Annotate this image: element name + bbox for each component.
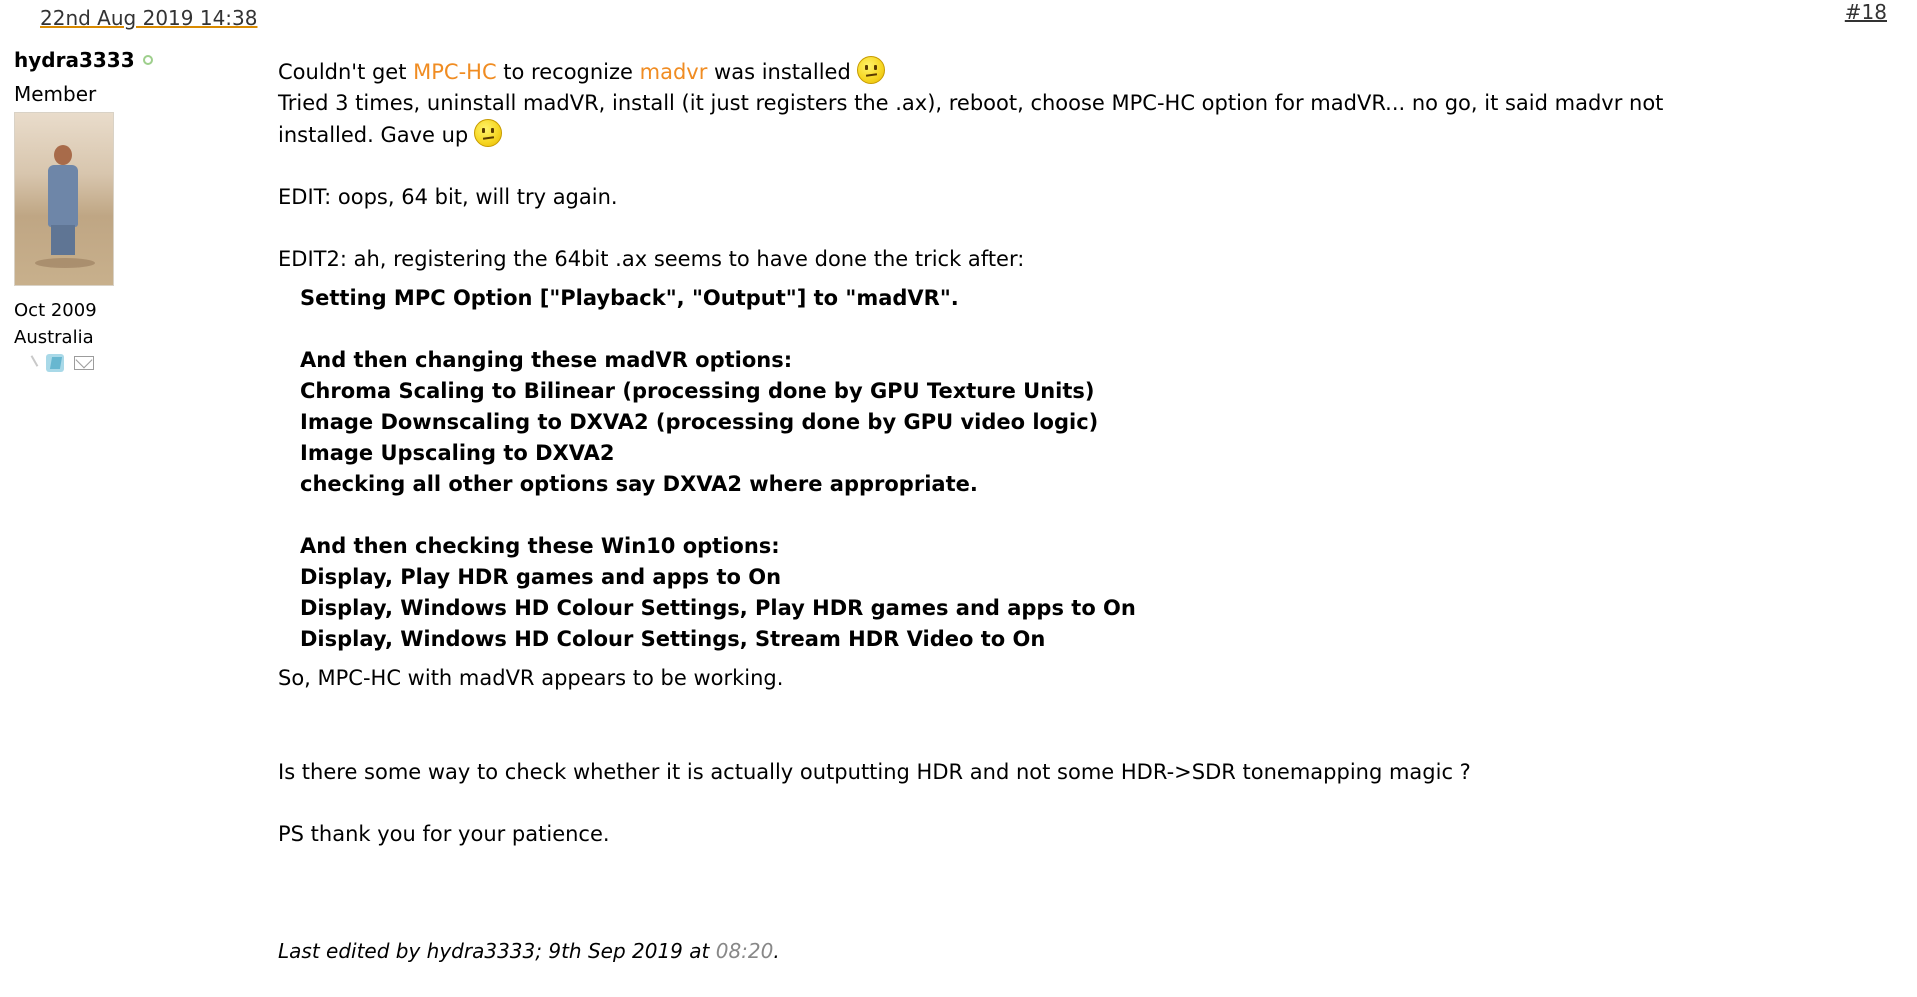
- edit-note-2: EDIT2: ah, registering the 64bit .ax see…: [278, 247, 1025, 271]
- contact-icons: [14, 354, 244, 372]
- last-edited-prefix: Last edited by hydra3333; 9th Sep 2019 a…: [278, 939, 716, 963]
- sad-smiley-icon: [474, 119, 503, 147]
- post-number-link[interactable]: #18: [1845, 0, 1887, 24]
- message-text: to recognize: [496, 60, 640, 84]
- madvr-link[interactable]: madvr: [640, 60, 708, 84]
- settings-line: Display, Windows HD Colour Settings, Pla…: [300, 596, 1136, 620]
- last-edited-time: 08:20: [715, 939, 774, 963]
- last-edited-suffix: .: [773, 939, 780, 963]
- settings-block: Setting MPC Option ["Playback", "Output"…: [278, 283, 1858, 655]
- username-row: hydra3333: [14, 48, 244, 72]
- avatar-figure-head: [54, 145, 72, 165]
- settings-line: Display, Play HDR games and apps to On: [300, 565, 782, 589]
- avatar-figure-body: [48, 165, 78, 227]
- profile-icon[interactable]: [23, 355, 39, 371]
- message-text: was installed: [707, 60, 851, 84]
- question-text: Is there some way to check whether it is…: [278, 760, 1471, 784]
- username-link[interactable]: hydra3333: [14, 48, 135, 72]
- settings-line: Image Downscaling to DXVA2 (processing d…: [300, 410, 1099, 434]
- edit-note-1: EDIT: oops, 64 bit, will try again.: [278, 185, 618, 209]
- message-text: Couldn't get: [278, 60, 414, 84]
- sad-smiley-icon: [856, 56, 885, 84]
- message-line-2: Tried 3 times, uninstall madVR, install …: [278, 91, 1664, 115]
- avatar[interactable]: [14, 112, 114, 286]
- post-date-link[interactable]: 22nd Aug 2019 14:38: [40, 6, 257, 30]
- message-text: installed. Gave up: [278, 123, 469, 147]
- settings-line: Chroma Scaling to Bilinear (processing d…: [300, 379, 1095, 403]
- blog-icon[interactable]: [46, 354, 64, 372]
- last-edited-note: Last edited by hydra3333; 9th Sep 2019 a…: [278, 936, 1858, 967]
- settings-line: [300, 314, 1858, 345]
- avatar-shadow: [35, 258, 95, 268]
- settings-line: Display, Windows HD Colour Settings, Str…: [300, 627, 1046, 651]
- message-line-1: Couldn't get MPC-HC to recognize madvr w…: [278, 56, 1858, 88]
- settings-line: And then checking these Win10 options:: [300, 534, 780, 558]
- user-sidebar: hydra3333 Member Oct 2009 Australia: [14, 48, 244, 372]
- avatar-figure-legs: [51, 225, 75, 255]
- message-line-3: installed. Gave up: [278, 119, 1858, 151]
- settings-line: [300, 500, 1858, 531]
- online-status-icon: [142, 55, 153, 65]
- settings-line: Image Upscaling to DXVA2: [300, 441, 615, 465]
- working-note: So, MPC-HC with madVR appears to be work…: [278, 666, 784, 690]
- mail-icon[interactable]: [74, 356, 94, 370]
- post-body: Couldn't get MPC-HC to recognize madvr w…: [278, 56, 1858, 967]
- settings-line: And then changing these madVR options:: [300, 348, 793, 372]
- thanks-text: PS thank you for your patience.: [278, 822, 610, 846]
- user-location: Australia: [14, 327, 94, 348]
- join-date: Oct 2009: [14, 300, 97, 321]
- settings-line: checking all other options say DXVA2 whe…: [300, 472, 978, 496]
- settings-line: Setting MPC Option ["Playback", "Output"…: [300, 286, 959, 310]
- user-title: Member: [14, 82, 97, 106]
- mpc-hc-link[interactable]: MPC-HC: [413, 60, 496, 84]
